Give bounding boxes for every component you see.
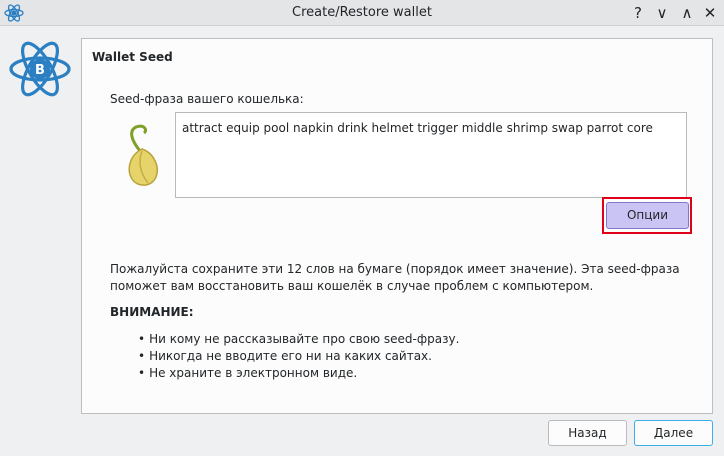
title-bar: Create/Restore wallet ? ∨ ∧ ✕ (0, 0, 724, 26)
help-icon[interactable]: ? (628, 3, 648, 23)
panel-title: Wallet Seed (92, 50, 173, 64)
warning-item: Ни кому не рассказывайте про свою seed-ф… (138, 331, 459, 348)
close-icon[interactable]: ✕ (700, 3, 720, 23)
warning-title: ВНИМАНИЕ: (110, 305, 194, 319)
svg-text:B: B (35, 63, 45, 78)
next-button[interactable]: Далее (634, 420, 713, 446)
warning-item: Никогда не вводите его ни на каких сайта… (138, 348, 459, 365)
warning-item: Не храните в электронном виде. (138, 365, 459, 382)
electrum-logo: B (9, 41, 71, 97)
seed-label: Seed-фраза вашего кошелька: (110, 92, 304, 106)
seed-icon (128, 124, 158, 186)
options-button[interactable]: Опции (606, 202, 689, 229)
seed-phrase-textbox[interactable]: attract equip pool napkin drink helmet t… (175, 112, 687, 198)
info-text: Пожалуйста сохраните эти 12 слов на бума… (110, 262, 680, 293)
back-button[interactable]: Назад (548, 420, 627, 446)
window-title: Create/Restore wallet (292, 5, 432, 20)
wallet-seed-panel: Wallet Seed Seed-фраза вашего кошелька: … (81, 38, 713, 414)
warning-list: Ни кому не рассказывайте про свою seed-ф… (138, 331, 459, 382)
maximize-icon[interactable]: ∧ (677, 3, 697, 23)
minimize-icon[interactable]: ∨ (652, 3, 672, 23)
